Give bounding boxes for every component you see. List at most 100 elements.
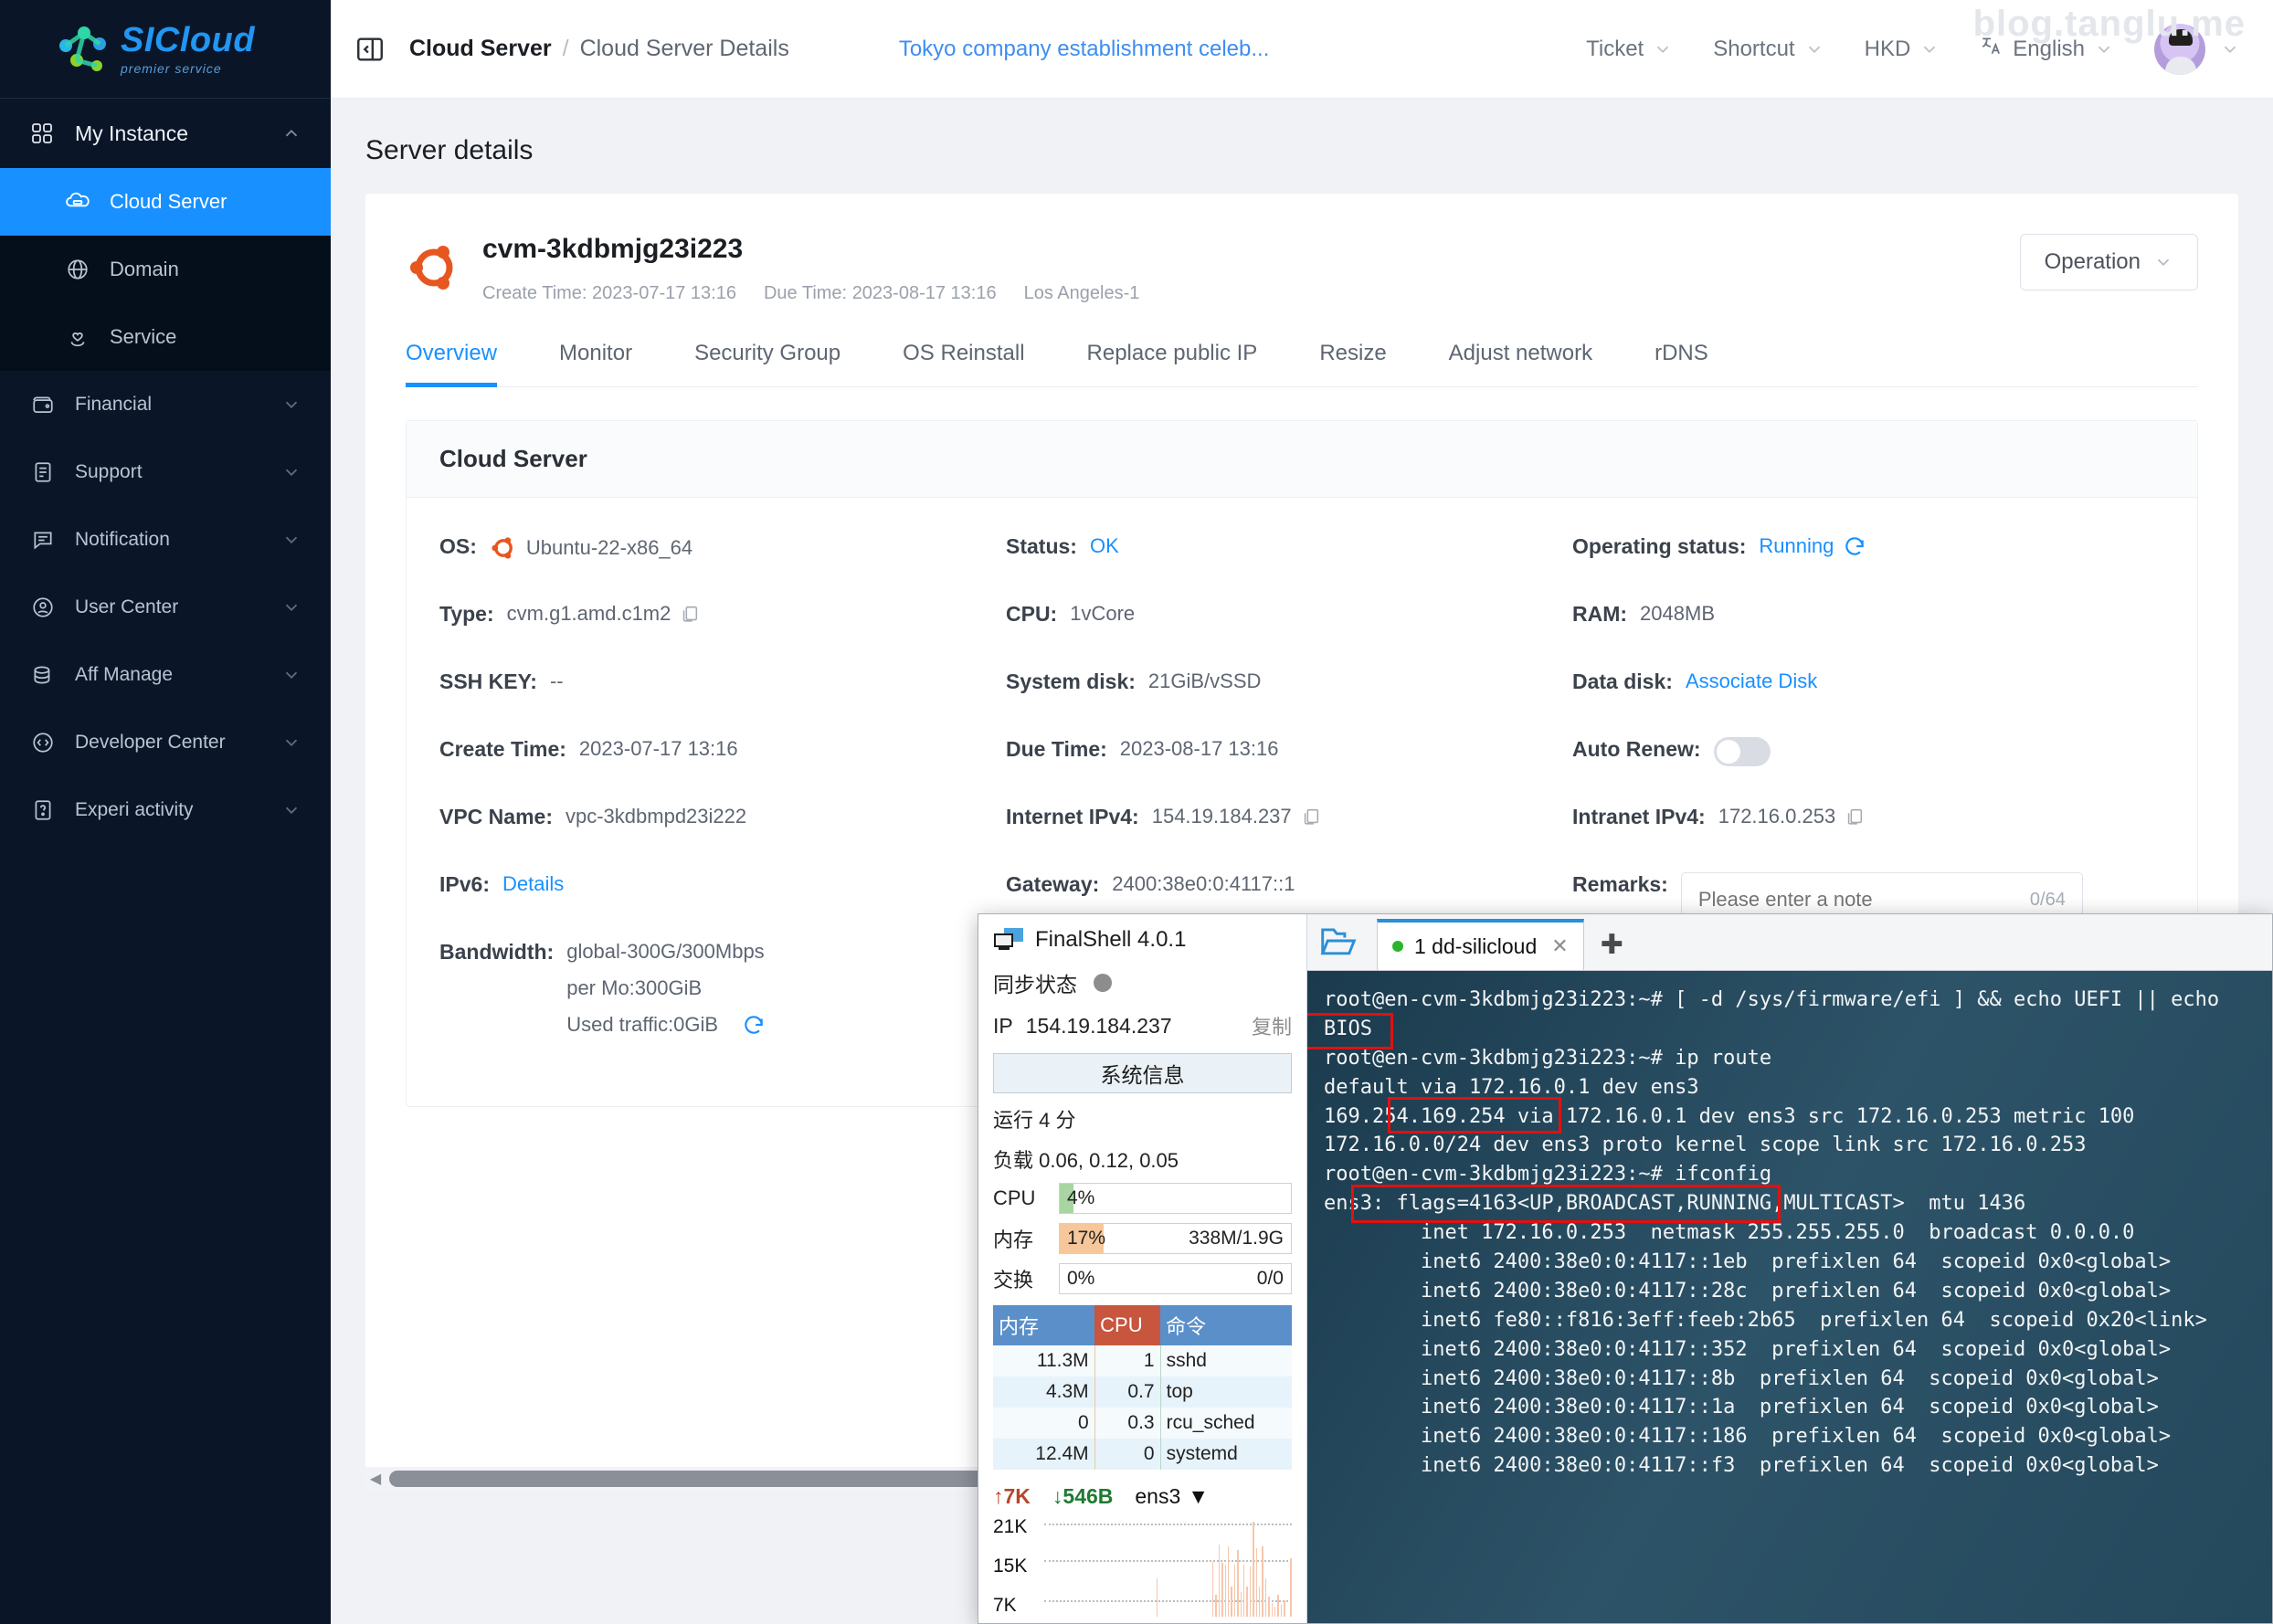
ssh-key-value: --: [550, 670, 564, 693]
uptime-text: 运行 4 分: [993, 1104, 1292, 1134]
operating-status-label: Operating status:: [1572, 534, 1746, 559]
swap-meter-detail: 0/0: [1257, 1268, 1291, 1290]
intranet-ipv4-value: 172.16.0.253: [1718, 805, 1865, 828]
network-interface-selector[interactable]: ens3 ▼: [1135, 1484, 1209, 1509]
promo-banner-link[interactable]: Tokyo company establishment celeb...: [899, 37, 1270, 62]
chevron-down-icon: [281, 462, 301, 482]
sidebar-item-aff-manage[interactable]: Aff Manage: [0, 641, 331, 709]
type-label: Type:: [439, 602, 494, 627]
table-row[interactable]: 12.4M 0 systemd: [993, 1439, 1292, 1470]
auto-renew-label: Auto Renew:: [1572, 737, 1701, 762]
refresh-icon[interactable]: [1843, 534, 1866, 558]
status-label: Status:: [1006, 534, 1077, 559]
collapse-sidebar-icon[interactable]: [354, 34, 386, 65]
brand-tagline: premier service: [121, 62, 255, 75]
tab-os-reinstall[interactable]: OS Reinstall: [903, 341, 1024, 386]
cpu-label: CPU:: [1006, 602, 1057, 627]
refresh-icon[interactable]: [742, 1013, 766, 1037]
tab-replace-public-ip[interactable]: Replace public IP: [1087, 341, 1258, 386]
sidebar-item-domain[interactable]: Domain: [0, 236, 331, 303]
field-create-time: Create Time: 2023-07-17 13:16: [439, 737, 1006, 772]
cell-memory: 4.3M: [993, 1376, 1094, 1408]
sidebar-item-label: Aff Manage: [75, 664, 281, 686]
table-row[interactable]: 4.3M 0.7 top: [993, 1376, 1292, 1408]
remarks-label: Remarks:: [1572, 872, 1668, 897]
tab-overview[interactable]: Overview: [406, 341, 497, 386]
copy-ip-button[interactable]: 复制: [1252, 1011, 1292, 1040]
avatar[interactable]: [2154, 24, 2205, 75]
bandwidth-label: Bandwidth:: [439, 940, 554, 965]
field-ipv6: IPv6: Details: [439, 872, 1006, 907]
y-tick: 21K: [993, 1516, 1044, 1538]
sidebar-item-label: Support: [75, 461, 281, 483]
network-chart-bars: [1044, 1516, 1292, 1617]
header-menu-label: Ticket: [1586, 37, 1644, 62]
field-data-disk: Data disk: Associate Disk: [1572, 670, 2164, 704]
remarks-input[interactable]: [1698, 888, 2030, 912]
due-time-value: 2023-08-17 13:16: [1120, 737, 1279, 761]
sidebar-item-support[interactable]: Support: [0, 438, 331, 506]
copy-icon[interactable]: [1845, 806, 1865, 828]
header-menu-currency[interactable]: HKD: [1865, 37, 1940, 62]
system-disk-label: System disk:: [1006, 670, 1136, 694]
ram-value: 2048MB: [1640, 602, 1715, 626]
chevron-down-icon: [1653, 39, 1673, 59]
sidebar-item-cloud-server[interactable]: Cloud Server: [0, 168, 331, 236]
col-header-command[interactable]: 命令: [1160, 1305, 1292, 1345]
chevron-down-icon: [2094, 39, 2114, 59]
system-info-button[interactable]: 系统信息: [993, 1053, 1292, 1093]
breadcrumb-root[interactable]: Cloud Server: [409, 36, 552, 62]
cell-memory: 11.3M: [993, 1345, 1094, 1376]
tab-adjust-network[interactable]: Adjust network: [1449, 341, 1592, 386]
terminal-line: inet6 2400:38e0:0:4117::1a prefixlen 64 …: [1324, 1393, 2272, 1422]
terminal-tab-label: 1 dd-silicloud: [1414, 934, 1537, 959]
sidebar-group-my-instance[interactable]: My Instance: [0, 99, 331, 168]
auto-renew-toggle[interactable]: [1714, 737, 1771, 766]
y-tick: 15K: [993, 1555, 1044, 1577]
header-menu-shortcut[interactable]: Shortcut: [1713, 37, 1824, 62]
header-menu-ticket[interactable]: Ticket: [1586, 37, 1673, 62]
sidebar-item-experi-activity[interactable]: Experi activity: [0, 776, 331, 844]
col-header-cpu[interactable]: CPU: [1094, 1305, 1160, 1345]
table-row[interactable]: 11.3M 1 sshd: [993, 1345, 1292, 1376]
field-intranet-ipv4: Intranet IPv4: 172.16.0.253: [1572, 805, 2164, 839]
tab-resize[interactable]: Resize: [1319, 341, 1386, 386]
type-value: cvm.g1.amd.c1m2: [507, 602, 701, 626]
operation-button[interactable]: Operation: [2020, 234, 2198, 290]
gateway-value: 2400:38e0:0:4117::1: [1112, 872, 1295, 896]
breadcrumb-current: Cloud Server Details: [580, 36, 789, 62]
terminal-tab[interactable]: 1 dd-silicloud ✕: [1377, 919, 1584, 970]
server-meta: Create Time: 2023-07-17 13:16 Due Time: …: [482, 283, 1139, 304]
ipv6-details-link[interactable]: Details: [502, 872, 564, 896]
scroll-left-icon[interactable]: ◀: [365, 1470, 386, 1488]
close-icon[interactable]: ✕: [1551, 934, 1568, 958]
sidebar-item-label: Experi activity: [75, 799, 281, 821]
sidebar-item-label: Cloud Server: [110, 190, 301, 214]
sidebar-item-financial[interactable]: Financial: [0, 371, 331, 438]
sidebar-item-user-center[interactable]: User Center: [0, 574, 331, 641]
sidebar-item-notification[interactable]: Notification: [0, 506, 331, 574]
plus-icon[interactable]: ✚: [1601, 929, 1623, 961]
memory-meter-label: 内存: [993, 1224, 1050, 1253]
network-chart-y-axis: 21K 15K 7K: [993, 1516, 1044, 1617]
associate-disk-link[interactable]: Associate Disk: [1686, 670, 1817, 693]
tab-security-group[interactable]: Security Group: [694, 341, 840, 386]
col-header-memory[interactable]: 内存: [993, 1305, 1094, 1345]
connected-status-icon: [1392, 941, 1403, 952]
header-language-selector[interactable]: English: [1980, 34, 2114, 64]
chevron-down-icon: [281, 395, 301, 415]
terminal-output[interactable]: root@en-cvm-3kdbmjg23i223:~# [ -d /sys/f…: [1307, 971, 2272, 1623]
brand-logo[interactable]: SICloud premier service: [0, 0, 331, 99]
copy-icon[interactable]: [680, 603, 700, 625]
create-time-value: 2023-07-17 13:16: [579, 737, 738, 761]
table-row[interactable]: 0 0.3 rcu_sched: [993, 1408, 1292, 1439]
cpu-meter-label: CPU: [993, 1186, 1050, 1210]
internet-ipv4-text: 154.19.184.237: [1152, 805, 1292, 828]
tab-monitor[interactable]: Monitor: [559, 341, 632, 386]
folder-open-icon[interactable]: [1318, 923, 1369, 963]
sidebar-item-service[interactable]: Service: [0, 303, 331, 371]
chat-icon: [31, 528, 62, 552]
tab-rdns[interactable]: rDNS: [1655, 341, 1708, 386]
sidebar-item-developer-center[interactable]: Developer Center: [0, 709, 331, 776]
copy-icon[interactable]: [1301, 806, 1321, 828]
